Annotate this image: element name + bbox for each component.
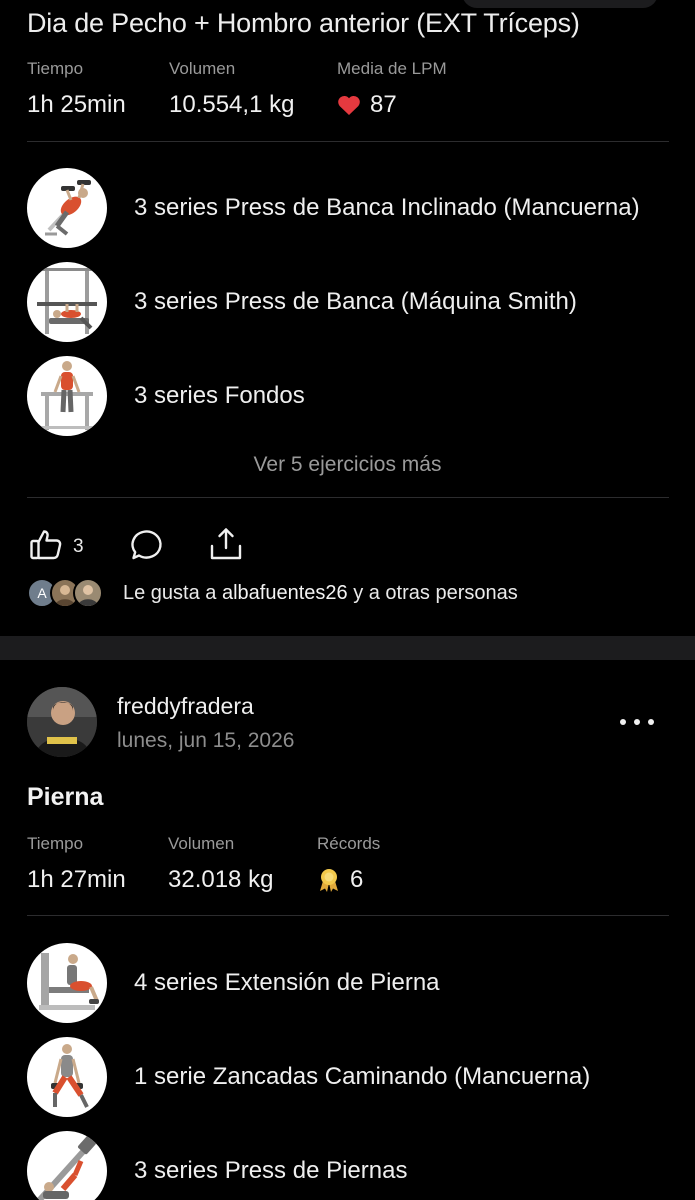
avatar [73,578,103,608]
smith-bench-press-thumbnail [27,262,107,342]
exercise-label: 3 series Fondos [134,382,305,409]
exercise-label: 3 series Press de Piernas [134,1157,408,1184]
stat-value: 6 [350,866,364,893]
liker-username[interactable]: albafuentes26 [222,582,348,604]
workout-title[interactable]: Pierna [27,783,103,812]
stat-records: Récords 6 [317,834,380,894]
stat-value: 87 [370,91,397,118]
show-more-exercises-link[interactable]: Ver 5 ejercicios más [0,453,695,477]
exercise-row[interactable]: 3 series Press de Banca Inclinado (Mancu… [27,168,640,248]
exercise-label: 3 series Press de Banca Inclinado (Mancu… [134,194,640,221]
likers-text: Le gusta a albafuentes26 y a otras perso… [123,582,518,605]
stat-value-row: 87 [337,91,447,119]
heart-icon [337,95,361,116]
stat-value: 10.554,1 kg [169,91,295,118]
stat-label: Media de LPM [337,59,447,78]
stat-value-row: 6 [317,866,380,894]
leg-press-thumbnail [27,1131,107,1200]
incline-dumbbell-press-thumbnail [27,168,107,248]
stat-label: Volumen [168,834,235,853]
stat-label: Tiempo [27,59,84,78]
top-floating-pill [462,0,658,8]
post-username[interactable]: freddyfradera [117,693,254,720]
exercise-row[interactable]: 1 serie Zancadas Caminando (Mancuerna) [27,1037,590,1117]
stat-volume: Volumen 10.554,1 kg [169,59,294,119]
stat-value: 1h 25min [27,91,126,118]
likers-prefix: Le gusta a [123,581,222,604]
like-button[interactable]: 3 [29,527,84,566]
stat-value: 32.018 kg [168,866,274,893]
stat-time: Tiempo 1h 25min [27,59,126,119]
exercise-label: 3 series Press de Banca (Máquina Smith) [134,288,577,315]
divider [27,141,669,142]
likers-summary[interactable]: A Le gusta a albafuentes26 y a otras per… [27,578,518,608]
more-options-button[interactable] [620,710,654,734]
exercise-row[interactable]: 3 series Fondos [27,356,305,436]
exercise-label: 1 serie Zancadas Caminando (Mancuerna) [134,1063,591,1090]
avatar[interactable] [27,687,97,757]
leg-extension-thumbnail [27,943,107,1023]
stat-volume: Volumen 32.018 kg [168,834,273,894]
stat-label: Récords [317,834,381,853]
dot [620,719,626,725]
stat-label: Tiempo [27,834,84,853]
walking-lunges-thumbnail [27,1037,107,1117]
like-count: 3 [73,535,84,557]
comment-button[interactable] [130,527,166,566]
exercise-row[interactable]: 3 series Press de Banca (Máquina Smith) [27,262,577,342]
dot [648,719,654,725]
medal-icon [317,867,341,893]
stat-avg-bpm: Media de LPM 87 [337,59,447,119]
share-button[interactable] [208,526,244,567]
dips-thumbnail [27,356,107,436]
workout-title[interactable]: Dia de Pecho + Hombro anterior (EXT Tríc… [27,8,580,39]
post-date: lunes, jun 15, 2026 [117,729,295,752]
stat-label: Volumen [169,59,236,78]
stat-time: Tiempo 1h 27min [27,834,126,894]
divider [27,915,669,916]
share-icon [208,526,244,567]
exercise-row[interactable]: 3 series Press de Piernas [27,1131,407,1200]
divider [27,497,669,498]
liker-avatars: A [27,578,103,608]
exercise-label: 4 series Extensión de Pierna [134,969,440,996]
stat-value: 1h 27min [27,866,126,893]
post-separator [0,636,695,660]
likers-suffix: y a otras personas [347,581,518,604]
exercise-row[interactable]: 4 series Extensión de Pierna [27,943,440,1023]
thumbs-up-icon [29,527,63,566]
dot [634,719,640,725]
comment-bubble-icon [130,527,166,566]
